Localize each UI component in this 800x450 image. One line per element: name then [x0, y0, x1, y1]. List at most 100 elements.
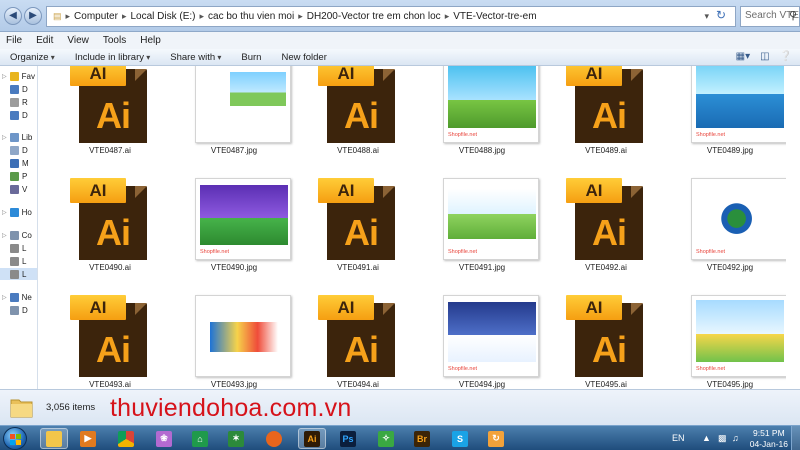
nav-item[interactable]: ▷ Co	[0, 229, 32, 241]
expand-arrow-icon[interactable]: ▷	[2, 134, 7, 141]
tray-arrow-icon[interactable]: ▲	[702, 433, 712, 443]
crumb-separator-icon[interactable]: ▸	[298, 11, 303, 22]
nav-item[interactable]: M	[0, 157, 29, 169]
expand-arrow-icon[interactable]: ▷	[2, 73, 7, 80]
jpg-file-item[interactable]: Shopfile.net VTE0495.jpg	[680, 295, 786, 389]
nav-item[interactable]: L	[0, 242, 26, 254]
photoshop-icon: Ps	[340, 430, 356, 447]
view-options-icon[interactable]: ▦▾	[736, 51, 750, 62]
ai-file-item[interactable]: AI Ai VTE0492.ai	[556, 178, 680, 295]
taskbar-app-button[interactable]: Br	[408, 428, 436, 449]
taskbar-app-button[interactable]: ↻	[482, 428, 510, 449]
jpg-file-item[interactable]: VTE0487.jpg	[184, 66, 308, 178]
taskbar-app-button[interactable]: ✶	[222, 428, 250, 449]
nav-item[interactable]: D	[0, 109, 28, 121]
menu-file[interactable]: File	[6, 35, 22, 46]
network-icon[interactable]: ▩	[718, 433, 728, 443]
share-with-button[interactable]: Share with	[170, 52, 221, 63]
corel-icon: ✧	[378, 430, 394, 447]
taskbar-app-button[interactable]	[112, 428, 140, 449]
jpg-file-item[interactable]: Shopfile.net VTE0489.jpg	[680, 66, 786, 178]
file-list-view[interactable]: AI Ai VTE0487.ai VTE0487.jpg AI Ai VTE0488.ai S…	[39, 66, 786, 389]
taskbar-app-button[interactable]: ❀	[150, 428, 178, 449]
address-dropdown-icon[interactable]: ▾	[704, 11, 709, 22]
ai-file-item[interactable]: AI Ai VTE0490.ai	[60, 178, 184, 295]
ai-file-item[interactable]: AI Ai VTE0487.ai	[60, 66, 184, 178]
menu-view[interactable]: View	[67, 35, 89, 46]
preview-pane-icon[interactable]: ◫	[760, 51, 769, 62]
menu-edit[interactable]: Edit	[36, 35, 53, 46]
taskbar-app-button[interactable]	[40, 428, 68, 449]
ai-file-item[interactable]: AI Ai VTE0488.ai	[308, 66, 432, 178]
jpg-file-item[interactable]: Shopfile.net VTE0488.jpg	[432, 66, 556, 178]
nav-item[interactable]: L	[0, 255, 26, 267]
address-bar[interactable]: ▤ ▸ Computer ▸ Local Disk (E:) ▸ cac bo thu vi…	[46, 6, 736, 27]
navigation-pane[interactable]: ▷ Fav D R D ▷ Lib D M P V ▷ Ho ▷ Co L L L ▷ Ne D	[0, 66, 38, 389]
nav-item[interactable]: D	[0, 304, 28, 316]
back-icon[interactable]: ◀	[4, 7, 22, 25]
expand-arrow-icon[interactable]: ▷	[2, 209, 7, 216]
nav-item[interactable]: R	[0, 96, 28, 108]
taskbar-app-button[interactable]: Ai	[298, 428, 326, 449]
burn-button[interactable]: Burn	[241, 52, 261, 63]
taskbar-app-button[interactable]: ▶	[74, 428, 102, 449]
help-icon[interactable]: ❔	[780, 51, 792, 62]
taskbar-app-button[interactable]: ⌂	[186, 428, 214, 449]
show-desktop-button[interactable]	[791, 426, 800, 450]
include-in-library-button[interactable]: Include in library	[75, 52, 150, 63]
crumb-separator-icon[interactable]: ▸	[445, 11, 450, 22]
ai-big-label: Ai	[96, 212, 131, 253]
menu-bar: File Edit View Tools Help	[0, 32, 800, 49]
taskbar-app-button[interactable]: ✧	[372, 428, 400, 449]
nav-item[interactable]: L	[0, 268, 37, 280]
taskbar-app-button[interactable]	[260, 428, 288, 449]
nav-item[interactable]: ▷ Lib	[0, 131, 32, 143]
breadcrumb-item[interactable]: VTE-Vector-tre-em	[453, 11, 536, 22]
expand-arrow-icon[interactable]: ▷	[2, 232, 7, 239]
taskbar-app-button[interactable]: Ps	[334, 428, 362, 449]
jpg-file-item[interactable]: Shopfile.net VTE0491.jpg	[432, 178, 556, 295]
jpg-file-item[interactable]: Shopfile.net VTE0492.jpg	[680, 178, 786, 295]
breadcrumb-item[interactable]: Computer	[74, 11, 118, 22]
nav-item[interactable]: ▷ Fav	[0, 70, 35, 82]
nav-item[interactable]: P	[0, 170, 27, 182]
nav-item[interactable]: ▷ Ho	[0, 206, 32, 218]
crumb-separator-icon[interactable]: ▸	[66, 11, 71, 22]
menu-tools[interactable]: Tools	[103, 35, 126, 46]
breadcrumb-item[interactable]: Local Disk (E:)	[130, 11, 195, 22]
crumb-separator-icon[interactable]: ▸	[200, 11, 205, 22]
download-icon	[10, 110, 19, 120]
start-button[interactable]	[3, 427, 27, 450]
breadcrumb-item[interactable]: cac bo thu vien moi	[208, 11, 294, 22]
ai-file-item[interactable]: AI Ai VTE0493.ai	[60, 295, 184, 389]
nav-item[interactable]: ▷ Ne	[0, 291, 32, 303]
organize-button[interactable]: Organize	[10, 52, 55, 63]
jpg-file-item[interactable]: VTE0493.jpg	[184, 295, 308, 389]
forward-icon[interactable]: ▶	[24, 7, 42, 25]
file-fold	[631, 303, 643, 315]
ai-file-item[interactable]: AI Ai VTE0495.ai	[556, 295, 680, 389]
thumbnail-watermark: Shopfile.net	[448, 132, 478, 138]
illustrator-file-icon: AI Ai	[566, 178, 643, 260]
crumb-separator-icon[interactable]: ▸	[122, 11, 127, 22]
refresh-icon[interactable]: ↻	[716, 8, 726, 22]
language-indicator[interactable]: EN	[672, 433, 685, 443]
ai-file-item[interactable]: AI Ai VTE0494.ai	[308, 295, 432, 389]
ai-file-item[interactable]: AI Ai VTE0489.ai	[556, 66, 680, 178]
volume-icon[interactable]: ♫	[732, 433, 742, 443]
menu-help[interactable]: Help	[140, 35, 161, 46]
search-input[interactable]: Search VTE-... ⚲	[740, 6, 800, 27]
nav-label: D	[22, 84, 28, 94]
jpg-file-item[interactable]: Shopfile.net VTE0490.jpg	[184, 178, 308, 295]
clock[interactable]: 9:51 PM 04-Jan-16	[750, 428, 788, 450]
taskbar-app-button[interactable]: S	[446, 428, 474, 449]
nav-item[interactable]: V	[0, 183, 27, 195]
breadcrumb-item[interactable]: DH200-Vector tre em chon loc	[307, 11, 441, 22]
jpg-file-item[interactable]: Shopfile.net VTE0494.jpg	[432, 295, 556, 389]
nav-item[interactable]: D	[0, 83, 28, 95]
new-folder-button[interactable]: New folder	[281, 52, 326, 63]
ai-file-item[interactable]: AI Ai VTE0491.ai	[308, 178, 432, 295]
nav-label: D	[22, 305, 28, 315]
expand-arrow-icon[interactable]: ▷	[2, 294, 7, 301]
nav-item[interactable]: D	[0, 144, 28, 156]
